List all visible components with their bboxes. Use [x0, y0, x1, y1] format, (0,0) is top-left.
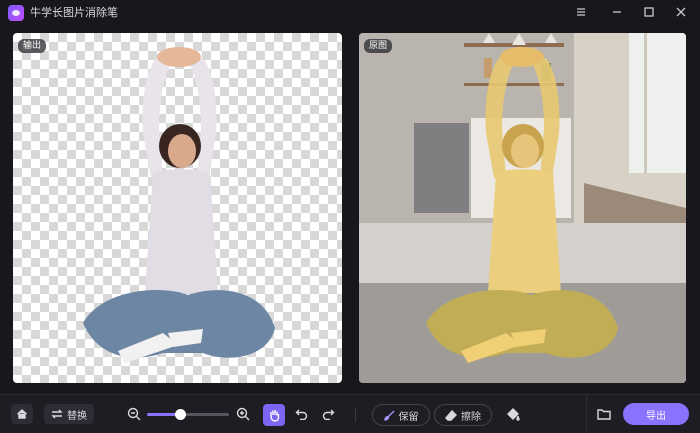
- swap-icon: [51, 409, 63, 419]
- undo-icon: [295, 409, 307, 420]
- erase-brush-button[interactable]: 擦除: [434, 404, 492, 426]
- erase-label: 擦除: [461, 411, 481, 423]
- paint-bucket-button[interactable]: [503, 404, 523, 424]
- output-canvas[interactable]: 输出: [13, 33, 342, 383]
- bottom-toolbar: 替换 保留 擦除 导出: [0, 394, 700, 433]
- brush-icon: [383, 410, 394, 421]
- redo-icon: [322, 409, 334, 420]
- redo-button[interactable]: [319, 405, 337, 423]
- keep-brush-button[interactable]: 保留: [372, 404, 430, 426]
- toolbar-vertical-divider: [586, 395, 587, 433]
- output-label: 输出: [18, 39, 47, 53]
- keep-label: 保留: [398, 411, 419, 423]
- app-title: 牛学长图片消除笔: [30, 6, 118, 19]
- swap-button[interactable]: 替换: [44, 404, 94, 424]
- open-folder-button[interactable]: [594, 405, 614, 423]
- zoom-in-icon: [236, 407, 250, 421]
- zoom-slider[interactable]: [147, 409, 229, 420]
- close-icon[interactable]: [666, 0, 696, 24]
- zoom-slider-thumb[interactable]: [174, 409, 186, 420]
- original-canvas[interactable]: 原图: [359, 33, 686, 383]
- zoom-out-button[interactable]: [126, 405, 142, 423]
- original-room-image: [359, 33, 686, 383]
- title-bar: 牛学长图片消除笔: [0, 0, 700, 26]
- undo-button[interactable]: [292, 405, 310, 423]
- hand-tool-button[interactable]: [263, 404, 285, 426]
- home-icon: [17, 409, 27, 419]
- original-label: 原图: [364, 39, 393, 53]
- maximize-icon[interactable]: [634, 0, 664, 24]
- minimize-icon[interactable]: [602, 0, 632, 24]
- menu-icon[interactable]: [566, 0, 596, 24]
- export-button[interactable]: 导出: [623, 403, 689, 425]
- home-button[interactable]: [11, 404, 33, 424]
- paint-bucket-icon: [507, 408, 520, 421]
- app-logo: [8, 5, 24, 21]
- zoom-in-button[interactable]: [235, 405, 251, 423]
- folder-icon: [597, 409, 611, 420]
- swap-label: 替换: [67, 410, 87, 422]
- zoom-out-icon: [127, 407, 141, 421]
- cutout-person-image: [83, 47, 275, 363]
- hand-icon: [269, 410, 279, 422]
- eraser-icon: [445, 409, 457, 421]
- toolbar-divider: [355, 407, 356, 422]
